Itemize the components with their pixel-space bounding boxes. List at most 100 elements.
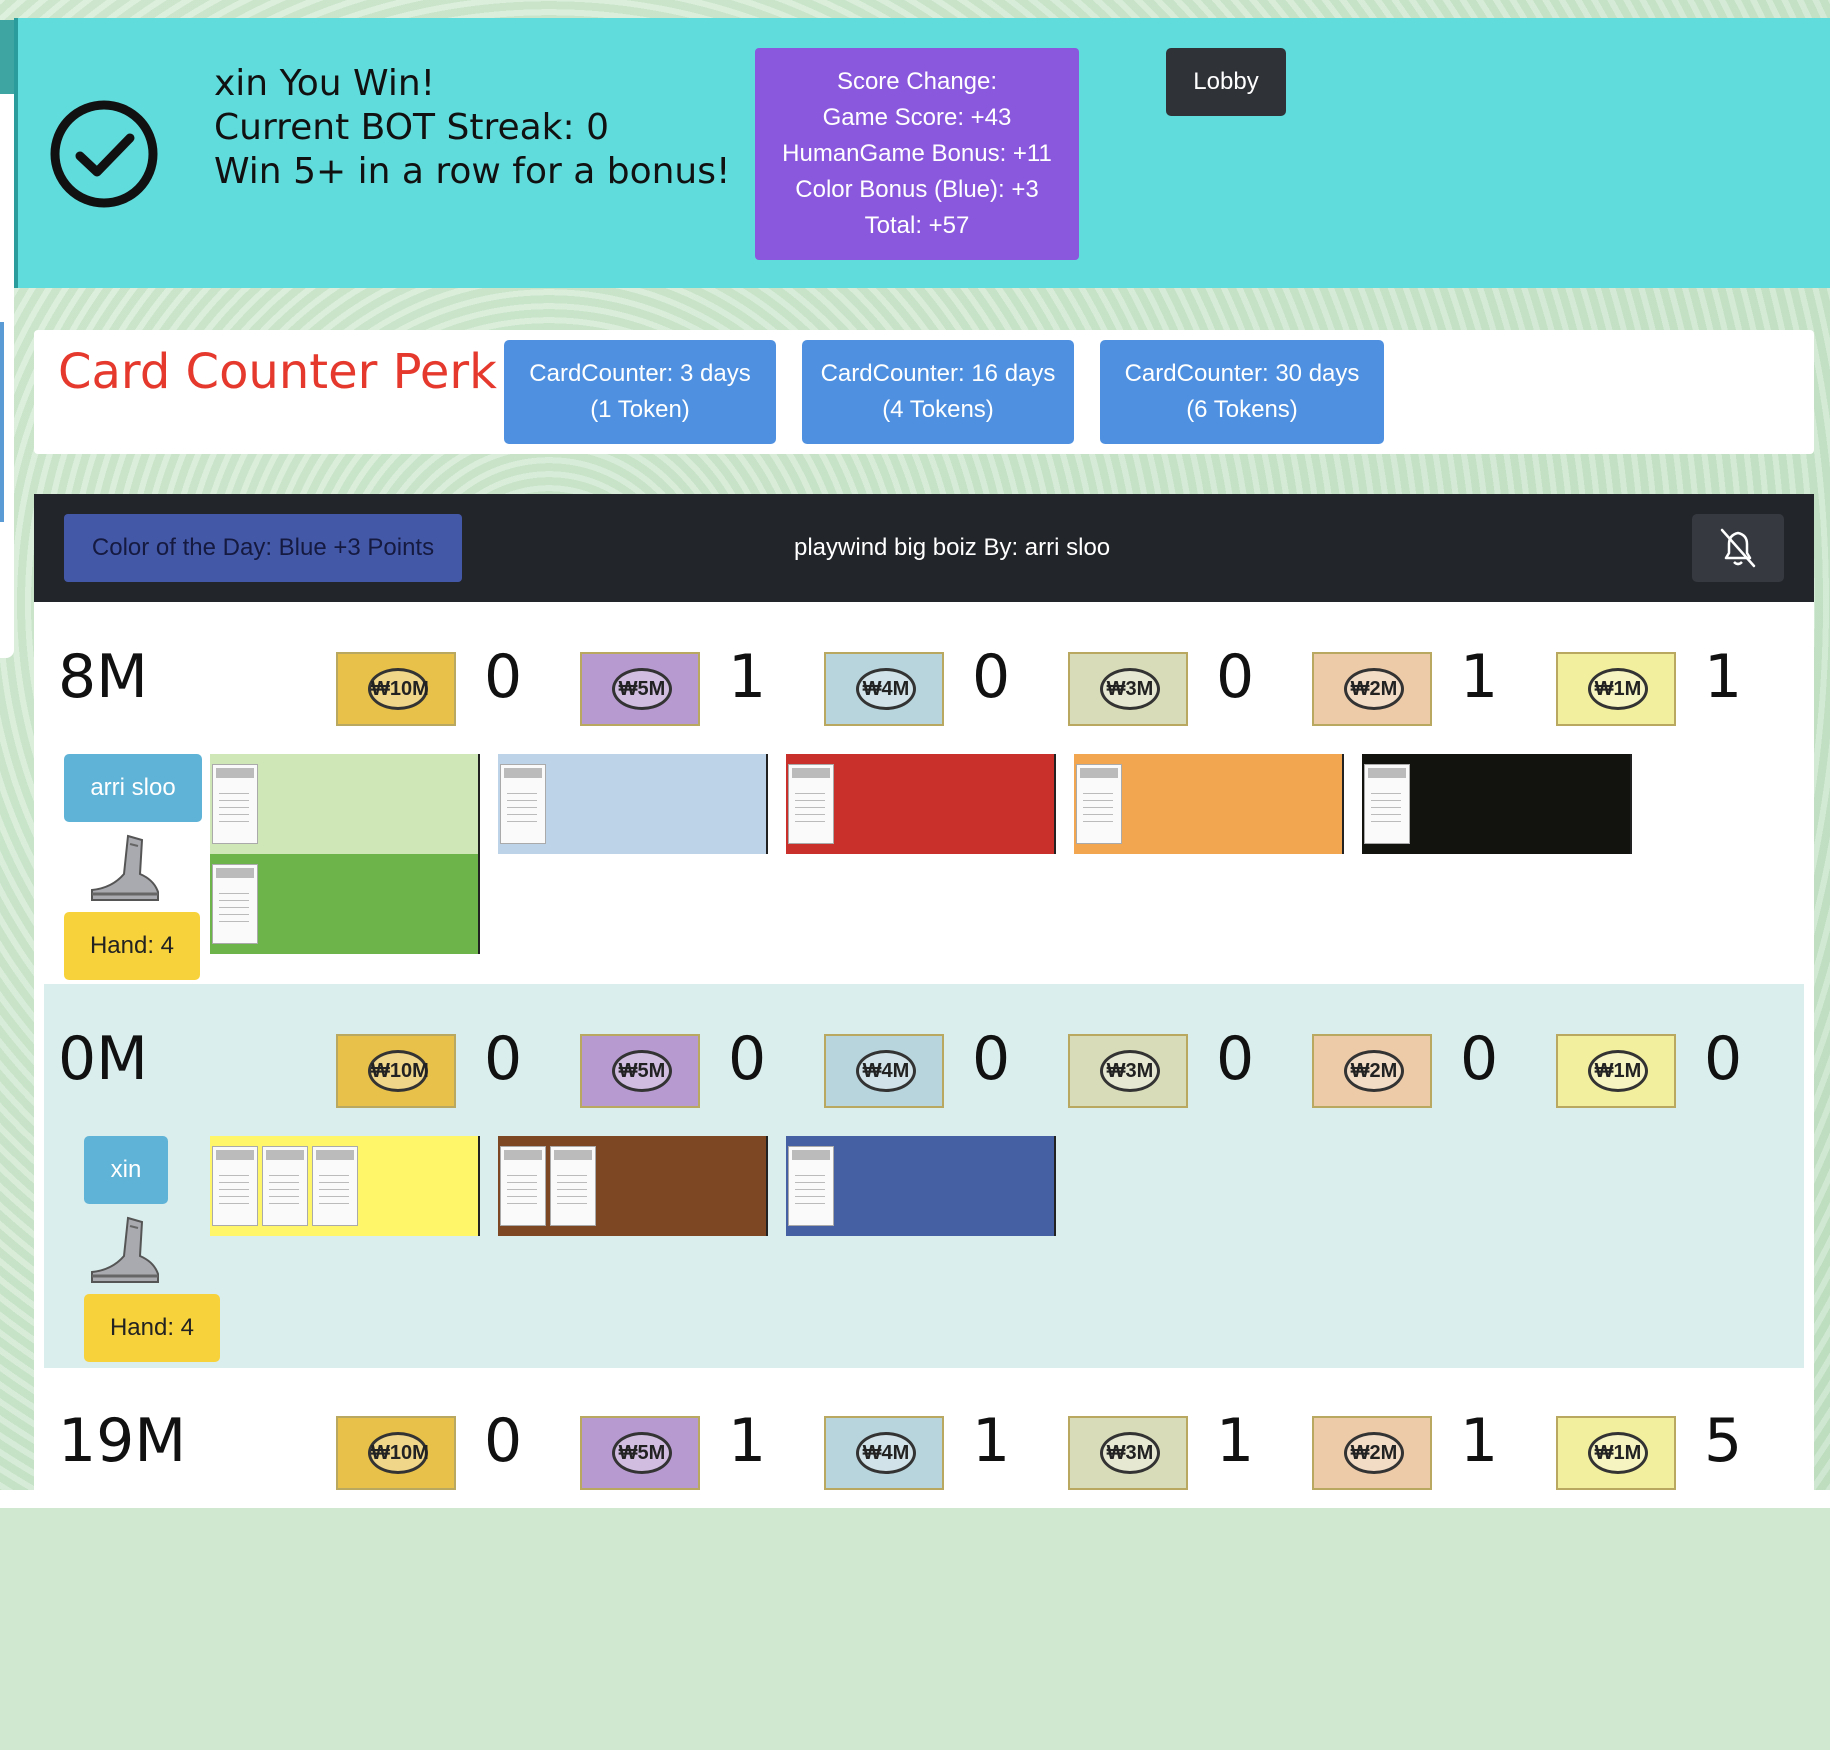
property-set[interactable] [210, 754, 480, 854]
bill-count: 1 [1460, 1406, 1499, 1476]
bill-count: 1 [1460, 642, 1499, 712]
property-set[interactable] [786, 754, 1056, 854]
money-bill-icon: ₩5M [580, 1034, 700, 1108]
player-money-total: 19M [58, 1406, 187, 1476]
perk-16-days-button[interactable]: CardCounter: 16 days (4 Tokens) [802, 340, 1074, 444]
perk-option-cost: (6 Tokens) [1186, 396, 1298, 423]
score-change-box: Score Change: Game Score: +43 HumanGame … [755, 48, 1079, 260]
bill-count: 5 [1704, 1406, 1743, 1476]
player-row: 8M ₩10M 0 ₩5M 1 ₩4M 0 ₩3M 0 ₩2M 1 ₩1M 1 arri sloo Hand… [34, 602, 1814, 986]
perk-option-cost: (1 Token) [590, 396, 690, 423]
bill-count: 0 [1216, 1024, 1255, 1094]
bill-count: 0 [728, 1024, 767, 1094]
player-name-badge[interactable]: arri sloo [64, 754, 202, 822]
property-card[interactable] [788, 764, 834, 844]
game-board: Color of the Day: Blue +3 Points playwin… [34, 494, 1814, 1490]
hand-count-badge: Hand: 4 [84, 1294, 220, 1362]
property-set[interactable] [1362, 754, 1632, 854]
game-title: playwind big boiz By: arri sloo [794, 534, 1111, 561]
bill-denomination: ₩2M [1344, 668, 1404, 710]
perk-option-cost: (4 Tokens) [882, 396, 994, 423]
bill-count: 0 [484, 642, 523, 712]
bill-denomination: ₩1M [1588, 668, 1648, 710]
boot-token-icon [91, 1216, 159, 1283]
money-bill-icon: ₩10M [336, 652, 456, 726]
property-set[interactable] [786, 1136, 1056, 1236]
bill-denomination: ₩10M [368, 1050, 429, 1092]
money-bill-icon: ₩5M [580, 1416, 700, 1490]
property-card[interactable] [212, 764, 258, 844]
perk-title: Card Counter Perk [58, 344, 497, 400]
score-total: Total: +57 [864, 212, 970, 239]
player-row: 0M ₩10M 0 ₩5M 0 ₩4M 0 ₩3M 0 ₩2M 0 ₩1M 0 xin Hand: 4 [44, 984, 1804, 1368]
perk-option-label: CardCounter: 30 days [1124, 360, 1360, 387]
player-money-total: 8M [58, 642, 148, 712]
property-set[interactable] [210, 1136, 480, 1236]
bill-denomination: ₩3M [1100, 1432, 1160, 1474]
player-row: 19M ₩10M 0 ₩5M 1 ₩4M 1 ₩3M 1 ₩2M 1 ₩1M 5 [34, 1366, 1814, 1750]
perk-30-days-button[interactable]: CardCounter: 30 days (6 Tokens) [1100, 340, 1384, 444]
property-set[interactable] [1074, 754, 1344, 854]
property-card[interactable] [312, 1146, 358, 1226]
bill-denomination: ₩2M [1344, 1050, 1404, 1092]
bottom-edge [0, 1490, 1830, 1508]
hand-count-badge: Hand: 4 [64, 912, 200, 980]
bill-denomination: ₩4M [856, 1050, 916, 1092]
money-bill-icon: ₩3M [1068, 652, 1188, 726]
score-change-title: Score Change: [836, 68, 998, 95]
boot-token-icon [91, 834, 159, 901]
bill-denomination: ₩5M [612, 1050, 672, 1092]
bill-count: 1 [728, 1406, 767, 1476]
bill-denomination: ₩5M [612, 1432, 672, 1474]
money-bill-icon: ₩3M [1068, 1034, 1188, 1108]
bill-denomination: ₩4M [856, 668, 916, 710]
human-game-bonus: HumanGame Bonus: +11 [782, 140, 1052, 167]
bill-denomination: ₩2M [1344, 1432, 1404, 1474]
money-bill-icon: ₩4M [824, 652, 944, 726]
money-bill-icon: ₩4M [824, 1034, 944, 1108]
bill-count: 0 [972, 1024, 1011, 1094]
property-card[interactable] [500, 1146, 546, 1226]
bill-count: 0 [1216, 642, 1255, 712]
bill-count: 1 [1704, 642, 1743, 712]
property-set[interactable] [210, 854, 480, 954]
bill-count: 0 [972, 642, 1011, 712]
left-side-tab[interactable] [0, 20, 14, 94]
bill-count: 1 [728, 642, 767, 712]
property-card[interactable] [212, 1146, 258, 1226]
lobby-button[interactable]: Lobby [1166, 48, 1286, 116]
property-card[interactable] [500, 764, 546, 844]
bill-denomination: ₩3M [1100, 1050, 1160, 1092]
bill-count: 0 [484, 1406, 523, 1476]
notifications-toggle-button[interactable] [1692, 514, 1784, 582]
perk-3-days-button[interactable]: CardCounter: 3 days (1 Token) [504, 340, 776, 444]
bill-denomination: ₩5M [612, 668, 672, 710]
property-card[interactable] [1364, 764, 1410, 844]
bill-denomination: ₩10M [368, 1432, 429, 1474]
bill-count: 0 [1460, 1024, 1499, 1094]
win-message: xin You Win! Current BOT Streak: 0 Win 5… [214, 62, 730, 194]
money-bill-icon: ₩4M [824, 1416, 944, 1490]
property-card[interactable] [262, 1146, 308, 1226]
property-set[interactable] [498, 1136, 768, 1236]
property-card[interactable] [550, 1146, 596, 1226]
money-bill-icon: ₩2M [1312, 1416, 1432, 1490]
bill-count: 1 [1216, 1406, 1255, 1476]
game-header: Color of the Day: Blue +3 Points playwin… [34, 494, 1814, 602]
bill-denomination: ₩3M [1100, 668, 1160, 710]
money-bill-icon: ₩1M [1556, 1416, 1676, 1490]
money-bill-icon: ₩2M [1312, 1034, 1432, 1108]
bill-denomination: ₩10M [368, 668, 429, 710]
bill-count: 0 [1704, 1024, 1743, 1094]
player-name-badge[interactable]: xin [84, 1136, 168, 1204]
property-set[interactable] [498, 754, 768, 854]
property-card[interactable] [212, 864, 258, 944]
game-score: Game Score: +43 [822, 104, 1012, 131]
bonus-hint: Win 5+ in a row for a bonus! [214, 151, 731, 192]
perk-option-label: CardCounter: 16 days [820, 360, 1056, 387]
check-circle-icon [50, 100, 158, 208]
money-bill-icon: ₩5M [580, 652, 700, 726]
property-card[interactable] [1076, 764, 1122, 844]
property-card[interactable] [788, 1146, 834, 1226]
color-of-the-day-badge: Color of the Day: Blue +3 Points [64, 514, 462, 582]
